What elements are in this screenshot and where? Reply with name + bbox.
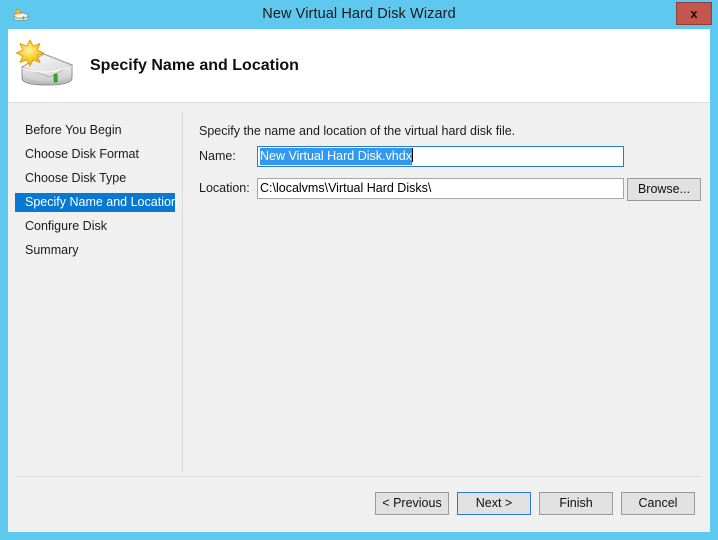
- sidebar-item-choose-disk-type[interactable]: Choose Disk Type: [15, 169, 175, 188]
- cancel-button[interactable]: Cancel: [621, 492, 695, 515]
- footer-button-bar: < Previous Next > Finish Cancel: [8, 477, 710, 532]
- name-input-value: New Virtual Hard Disk.vhdx: [260, 148, 412, 165]
- browse-button[interactable]: Browse...: [627, 178, 701, 201]
- sidebar-item-choose-disk-format[interactable]: Choose Disk Format: [15, 145, 175, 164]
- instruction-text: Specify the name and location of the vir…: [199, 124, 515, 138]
- wizard-body: Before You Begin Choose Disk Format Choo…: [8, 104, 710, 532]
- location-label: Location:: [199, 181, 250, 195]
- finish-button[interactable]: Finish: [539, 492, 613, 515]
- sidebar-item-configure-disk[interactable]: Configure Disk: [15, 217, 175, 236]
- client-area: Specify Name and Location Before You Beg…: [8, 29, 710, 532]
- name-input[interactable]: New Virtual Hard Disk.vhdx: [257, 146, 624, 167]
- name-label: Name:: [199, 149, 236, 163]
- next-button[interactable]: Next >: [457, 492, 531, 515]
- wizard-window: New Virtual Hard Disk Wizard x: [0, 0, 718, 540]
- content-pane: Specify the name and location of the vir…: [191, 104, 710, 476]
- previous-button[interactable]: < Previous: [375, 492, 449, 515]
- sidebar-item-summary[interactable]: Summary: [15, 241, 175, 260]
- page-title: Specify Name and Location: [90, 29, 299, 103]
- wizard-steps-sidebar: Before You Begin Choose Disk Format Choo…: [8, 104, 182, 476]
- window-title: New Virtual Hard Disk Wizard: [0, 0, 718, 29]
- sidebar-item-specify-name-and-location[interactable]: Specify Name and Location: [15, 193, 175, 212]
- close-button[interactable]: x: [676, 2, 712, 25]
- location-input-value: C:\localvms\Virtual Hard Disks\: [260, 181, 431, 195]
- title-bar[interactable]: New Virtual Hard Disk Wizard x: [0, 0, 718, 29]
- location-input[interactable]: C:\localvms\Virtual Hard Disks\: [257, 178, 624, 199]
- sidebar-item-before-you-begin[interactable]: Before You Begin: [15, 121, 175, 140]
- text-caret: [412, 148, 413, 162]
- new-hard-disk-icon: [14, 37, 80, 92]
- wizard-banner: Specify Name and Location: [8, 29, 710, 103]
- sidebar-divider: [182, 112, 183, 472]
